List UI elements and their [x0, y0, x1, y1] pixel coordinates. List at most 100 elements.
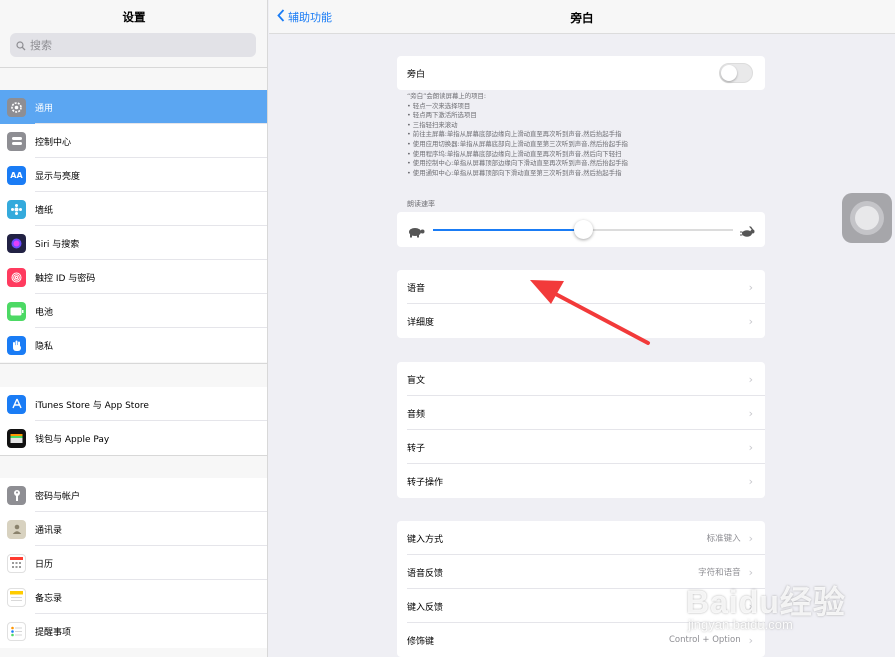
typing-card: 键入方式 标准键入 › 语音反馈 字符和语音 › 键入反馈 › 修饰键 Cont…: [397, 521, 765, 657]
row-label: 语音: [407, 283, 426, 294]
sidebar-item-label: 电池: [35, 307, 54, 318]
row-label: 键入方式: [407, 534, 444, 545]
row-label: 音频: [407, 409, 426, 420]
voiceover-switch[interactable]: [719, 63, 753, 83]
wallpaper-icon: [7, 199, 26, 219]
sidebar-item-contacts[interactable]: 通讯录: [0, 512, 267, 546]
key-icon: [7, 485, 26, 505]
row-label: 转子: [407, 443, 426, 454]
rotor-actions-row[interactable]: 转子操作 ›: [397, 464, 765, 498]
description-line: • 轻点一次来选择项目: [407, 101, 471, 110]
chevron-right-icon: ›: [748, 565, 753, 579]
typing-feedback-speech-row[interactable]: 语音反馈 字符和语音 ›: [397, 555, 765, 589]
sidebar-title: 设置: [122, 10, 146, 24]
description-line: • 轻点两下激活所选项目: [407, 111, 477, 120]
sidebar-item-label: 日历: [35, 559, 54, 570]
sidebar-item-label: 控制中心: [35, 137, 72, 148]
sidebar-item-app-store[interactable]: iTunes Store 与 App Store: [0, 387, 267, 421]
sidebar-item-touch-id[interactable]: 触控 ID 与密码: [0, 260, 267, 294]
chevron-right-icon: ›: [748, 406, 753, 420]
gear-icon: [7, 97, 26, 117]
sidebar-item-general[interactable]: 通用: [0, 90, 267, 124]
row-label: 转子操作: [407, 477, 444, 488]
description-line: • 使用控制中心:单指从屏幕顶部边缘向下滑动直至再次听到声音,然后抬起手指: [407, 159, 628, 168]
modifier-keys-row[interactable]: 修饰键 Control + Option ›: [397, 623, 765, 657]
sidebar-item-label: 备忘录: [35, 593, 63, 604]
speech-settings-card: 语音 › 详细度 ›: [397, 270, 765, 338]
sidebar-item-calendar[interactable]: 日历: [0, 546, 267, 580]
search-input[interactable]: [30, 38, 230, 52]
sidebar-item-wallpaper[interactable]: 墙纸: [0, 192, 267, 226]
rotor-row[interactable]: 转子 ›: [397, 430, 765, 464]
chevron-right-icon: ›: [748, 599, 753, 613]
speaking-rate-label: 朗读速率: [407, 200, 435, 208]
sidebar-item-notes[interactable]: 备忘录: [0, 580, 267, 614]
typing-feedback-row[interactable]: 键入反馈 ›: [397, 589, 765, 623]
contacts-icon: [7, 519, 26, 539]
sidebar-group-apps: 密码与帐户 通讯录 日历 备忘录 提醒事项: [0, 478, 267, 648]
sidebar-item-display[interactable]: AA 显示与亮度: [0, 158, 267, 192]
description-line: “旁白”会朗读屏幕上的项目:: [407, 92, 487, 100]
braille-audio-card: 盲文 › 音频 › 转子 › 转子操作 ›: [397, 362, 765, 498]
audio-row[interactable]: 音频 ›: [397, 396, 765, 430]
sidebar-item-siri[interactable]: Siri 与搜索: [0, 226, 267, 260]
hand-icon: [7, 335, 26, 355]
braille-row[interactable]: 盲文 ›: [397, 362, 765, 396]
speech-row[interactable]: 语音 ›: [397, 270, 765, 304]
turtle-icon: [407, 223, 425, 242]
fingerprint-icon: [7, 267, 26, 287]
slider-fill: [433, 229, 583, 231]
row-value: 字符和语音: [698, 568, 741, 578]
sidebar-item-label: 提醒事项: [35, 627, 72, 638]
typing-style-row[interactable]: 键入方式 标准键入 ›: [397, 521, 765, 555]
battery-icon: [7, 301, 26, 321]
sidebar-divider: [0, 363, 267, 364]
sidebar-group-store: iTunes Store 与 App Store 钱包与 Apple Pay: [0, 387, 267, 455]
chevron-left-icon: [277, 9, 285, 25]
app-store-icon: [7, 394, 26, 414]
sidebar-item-label: 密码与帐户: [35, 491, 81, 502]
row-value: Control + Option: [668, 635, 741, 645]
assistive-touch-button[interactable]: [842, 193, 892, 243]
description-line: • 使用应用切换器:单指从屏幕底部向上滑动直至第三次听到声音,然后抬起手指: [407, 139, 628, 148]
sidebar-item-reminders[interactable]: 提醒事项: [0, 614, 267, 648]
chevron-right-icon: ›: [748, 372, 753, 386]
sidebar-item-battery[interactable]: 电池: [0, 294, 267, 328]
chevron-right-icon: ›: [748, 440, 753, 454]
sidebar-item-label: 通用: [35, 103, 54, 114]
notes-icon: [7, 587, 26, 607]
control-center-icon: [7, 131, 26, 151]
voiceover-card: 旁白: [397, 56, 765, 90]
chevron-right-icon: ›: [748, 280, 753, 294]
chevron-right-icon: ›: [748, 531, 753, 545]
slider-thumb[interactable]: [573, 220, 593, 239]
sidebar-item-passwords[interactable]: 密码与帐户: [0, 478, 267, 512]
voiceover-label: 旁白: [407, 69, 426, 80]
assistive-touch-dot: [855, 206, 879, 230]
sidebar-group-general: 通用 控制中心 AA 显示与亮度 墙纸 Siri 与搜索 触控 ID 与密码 电…: [0, 90, 267, 362]
reminders-icon: [7, 621, 26, 641]
sidebar-item-privacy[interactable]: 隐私: [0, 328, 267, 362]
description-line: • 三指轻扫来滚动: [407, 120, 458, 129]
switch-knob: [721, 65, 737, 81]
sidebar-divider: [0, 67, 267, 68]
sidebar-item-label: iTunes Store 与 App Store: [35, 400, 149, 411]
sidebar-item-control-center[interactable]: 控制中心: [0, 124, 267, 158]
hare-icon: [740, 223, 756, 242]
voiceover-description: “旁白”会朗读屏幕上的项目: • 轻点一次来选择项目 • 轻点两下激活所选项目 …: [407, 92, 765, 178]
sidebar-item-label: 墙纸: [35, 205, 54, 216]
verbosity-row[interactable]: 详细度 ›: [397, 304, 765, 338]
settings-sidebar: 设置 通用 控制中心 AA 显示与亮度 墙纸: [0, 0, 268, 657]
siri-icon: [7, 233, 26, 253]
back-button[interactable]: 辅助功能: [277, 9, 332, 25]
row-label: 键入反馈: [407, 602, 444, 613]
calendar-icon: [7, 553, 26, 573]
voiceover-toggle-row[interactable]: 旁白: [397, 56, 765, 90]
sidebar-item-wallet[interactable]: 钱包与 Apple Pay: [0, 421, 267, 455]
search-field[interactable]: [10, 33, 256, 57]
row-label: 盲文: [407, 375, 426, 386]
sidebar-item-label: Siri 与搜索: [35, 239, 80, 250]
wallet-icon: [7, 428, 26, 448]
speaking-rate-slider[interactable]: [433, 220, 733, 239]
speaking-rate-card: [397, 212, 765, 247]
